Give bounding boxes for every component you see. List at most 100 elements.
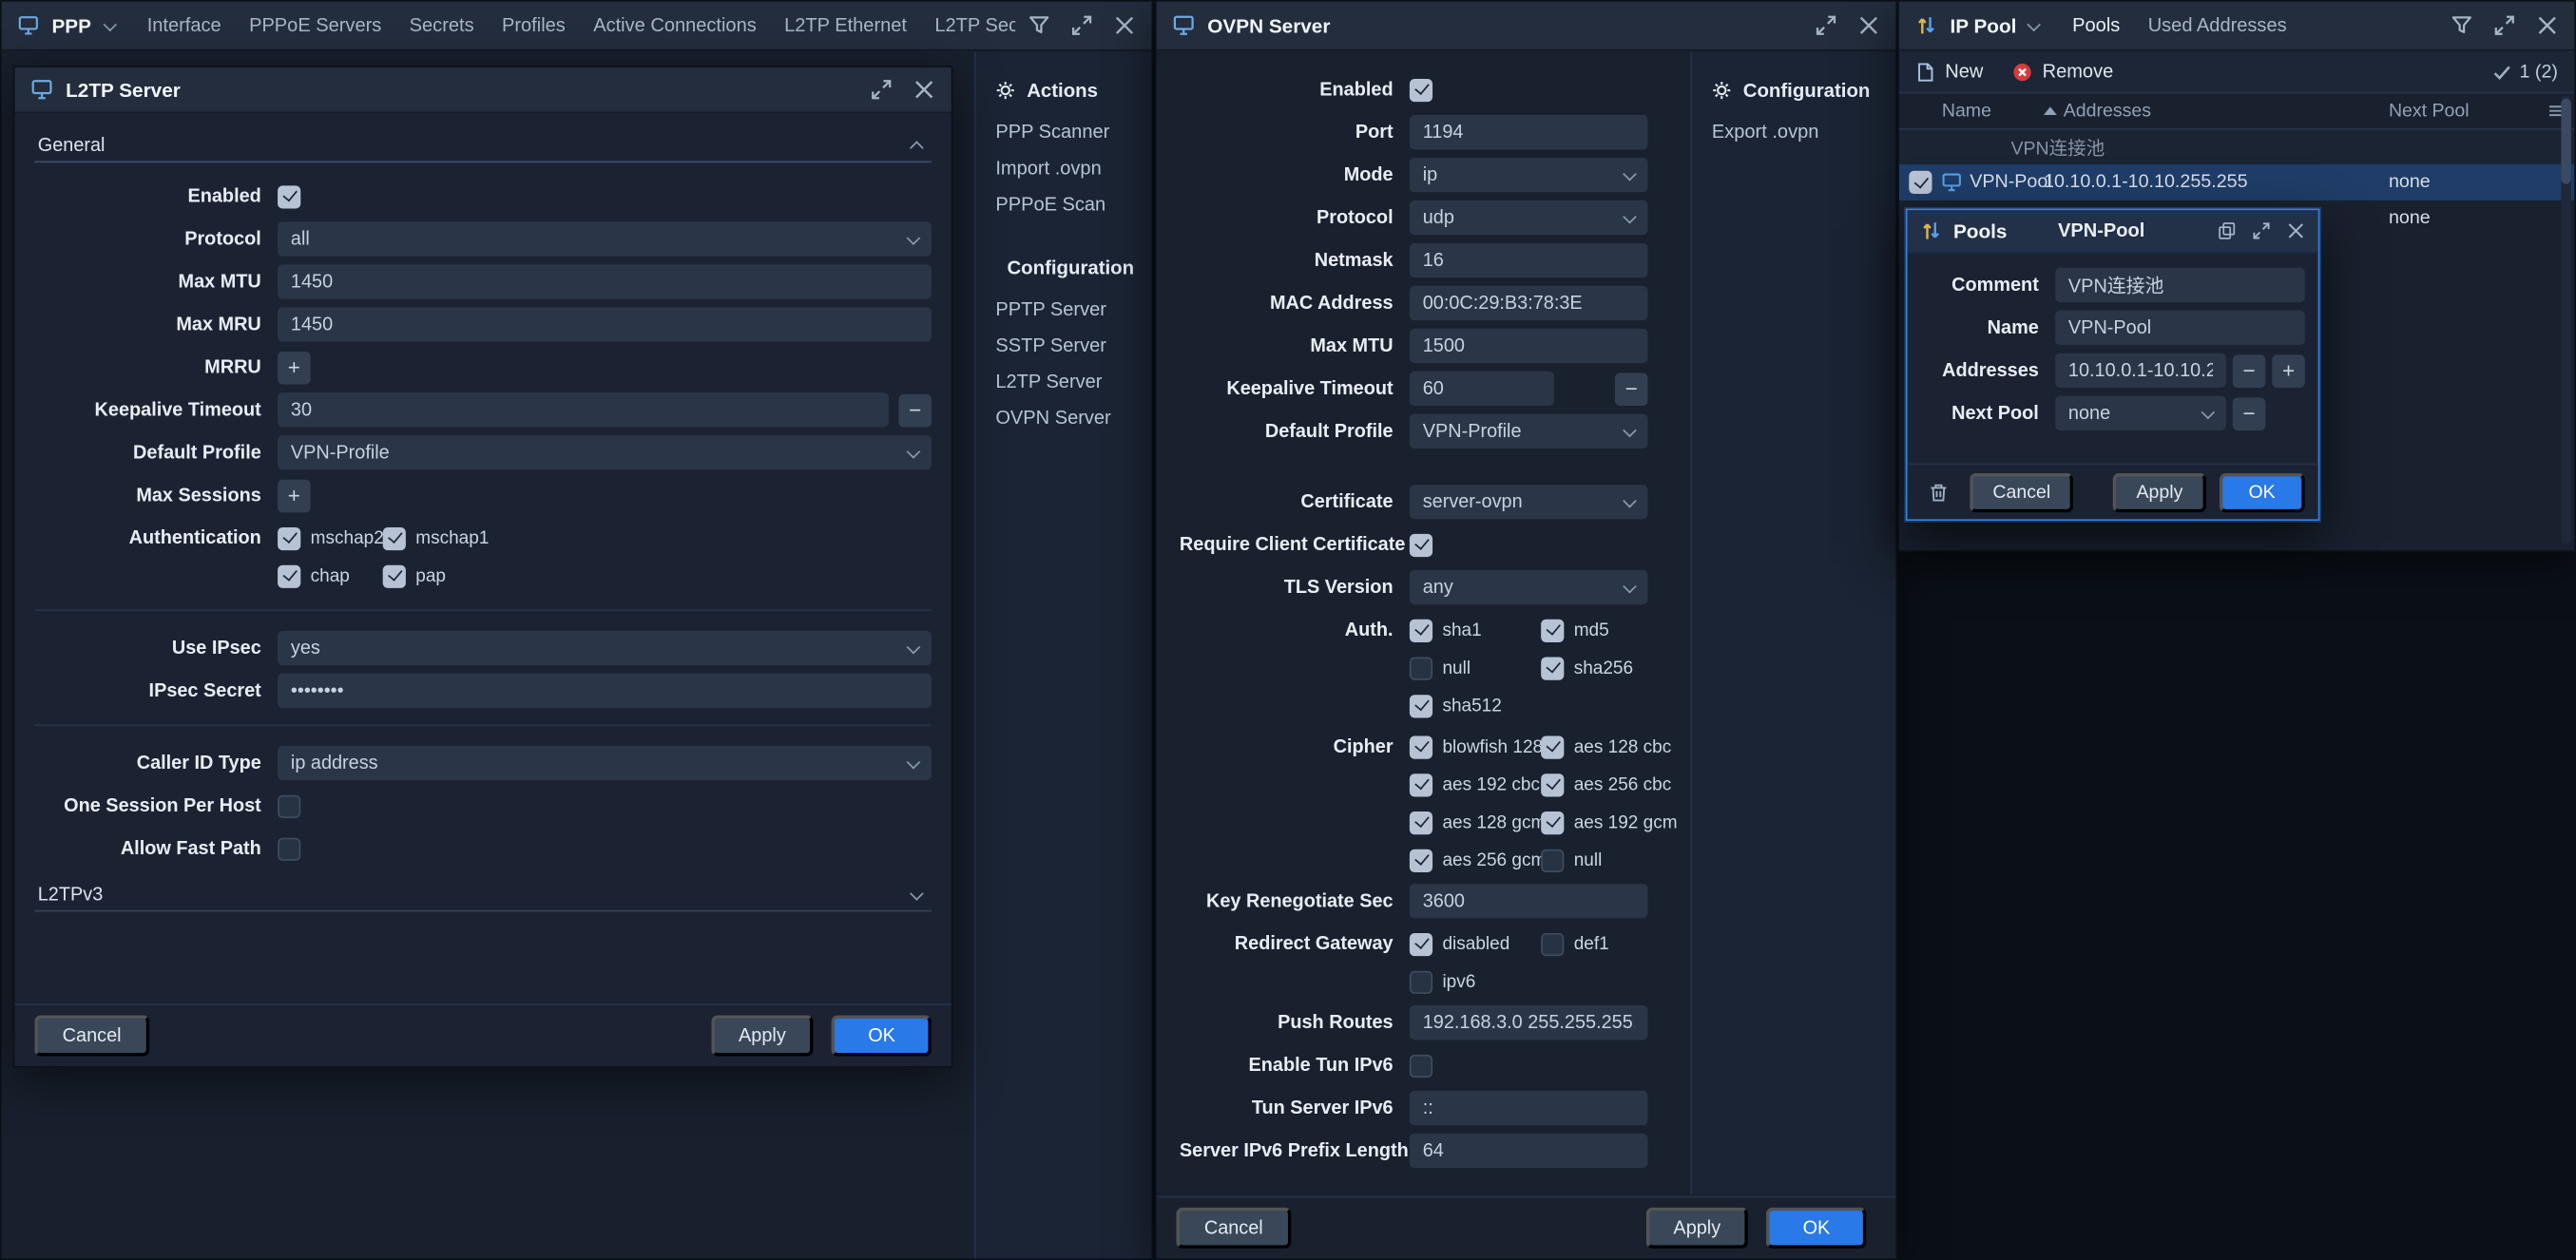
new-button[interactable]: New [1915,61,1983,82]
chap-checkbox[interactable] [278,564,300,587]
tab-used-addresses[interactable]: Used Addresses [2148,15,2287,36]
cancel-button[interactable]: Cancel [34,1015,149,1056]
tab-l2tp-ethernet[interactable]: L2TP Ethernet [784,15,907,36]
sha1-checkbox[interactable] [1410,619,1432,641]
enabled-checkbox[interactable] [278,184,300,207]
close-icon[interactable] [2287,221,2305,239]
apply-button[interactable]: Apply [1645,1208,1749,1249]
table-row[interactable]: VPN-Pool 10.10.0.1-10.10.255.255 none [1899,164,2574,200]
l2tpv3-section-header[interactable]: L2TPv3 [34,879,932,912]
netmask-input[interactable]: 16 [1410,243,1648,277]
expand-icon[interactable] [2494,15,2515,36]
next-pool-select[interactable]: none [2055,396,2226,430]
remove-button[interactable]: Remove [2013,61,2114,82]
keepalive-input[interactable]: 60 [1410,372,1554,406]
certificate-select[interactable]: server-ovpn [1410,485,1648,519]
expand-icon[interactable] [2252,221,2270,239]
add-value-button[interactable] [278,479,311,512]
aes-192-gcm-checkbox[interactable] [1541,811,1564,833]
ok-button[interactable]: OK [1767,1208,1867,1249]
column-name[interactable]: Name [1942,101,2044,121]
remove-value-button[interactable] [898,393,932,427]
tab-interface[interactable]: Interface [147,15,221,36]
max-mru-input[interactable]: 1450 [278,307,932,341]
action-pppoe-scan[interactable]: PPPoE Scan [976,185,1152,221]
config-ovpn-server[interactable]: OVPN Server [976,399,1152,435]
mode-select[interactable]: ip [1410,158,1648,192]
config-pptp-server[interactable]: PPTP Server [976,291,1152,327]
close-icon[interactable] [1114,15,1135,36]
max-mtu-input[interactable]: 1450 [278,264,932,298]
expand-icon[interactable] [1071,15,1092,36]
sha512-checkbox[interactable] [1410,694,1432,716]
mschap2-checkbox[interactable] [278,526,300,549]
server-ipv6-prefix-input[interactable]: 64 [1410,1134,1648,1168]
remove-value-button[interactable] [2233,354,2266,388]
push-routes-input[interactable]: 192.168.3.0 255.255.255.0,19 [1410,1005,1648,1040]
vertical-scrollbar[interactable] [2561,95,2570,544]
use-ipsec-select[interactable]: yes [278,631,932,665]
ok-button[interactable]: OK [2219,472,2304,511]
filter-icon[interactable] [2451,15,2472,36]
tab-profiles[interactable]: Profiles [502,15,566,36]
column-next-pool[interactable]: Next Pool [2389,101,2535,121]
tls-version-select[interactable]: any [1410,570,1648,604]
comment-input[interactable]: VPN连接池 [2055,268,2305,302]
action-export-ovpn[interactable]: Export .ovpn [1692,113,1895,149]
add-value-button[interactable] [278,351,311,384]
disabled-checkbox[interactable] [1410,932,1432,955]
apply-button[interactable]: Apply [711,1015,815,1056]
scrollbar-thumb[interactable] [2561,99,2570,184]
caller-id-type-select[interactable]: ip address [278,746,932,780]
delete-button[interactable] [1920,474,1956,510]
close-icon[interactable] [2536,15,2557,36]
mschap1-checkbox[interactable] [383,526,406,549]
tab-secrets[interactable]: Secrets [410,15,474,36]
aes-256-cbc-checkbox[interactable] [1541,773,1564,795]
remove-value-button[interactable] [1615,372,1648,406]
add-value-button[interactable] [2272,354,2305,388]
key-renegotiate-input[interactable]: 3600 [1410,884,1648,918]
enabled-checkbox[interactable] [1410,78,1432,101]
max-mtu-input[interactable]: 1500 [1410,329,1648,363]
addresses-input[interactable]: 10.10.0.1-10.10.255.255 [2055,353,2226,388]
default-profile-select[interactable]: VPN-Profile [278,435,932,469]
filter-icon[interactable] [1028,15,1049,36]
chevron-down-icon[interactable] [103,17,117,31]
protocol-select[interactable]: all [278,221,932,256]
general-section-header[interactable]: General [34,130,932,163]
tab-active-connections[interactable]: Active Connections [593,15,757,36]
null-auth-checkbox[interactable] [1410,657,1432,679]
config-l2tp-server[interactable]: L2TP Server [976,363,1152,399]
tab-pools[interactable]: Pools [2072,15,2120,36]
aes-256-gcm-checkbox[interactable] [1410,849,1432,871]
enable-tun-ipv6-checkbox[interactable] [1410,1054,1432,1077]
cancel-button[interactable]: Cancel [1970,472,2073,511]
allow-fast-path-checkbox[interactable] [278,837,300,860]
one-session-per-host-checkbox[interactable] [278,794,300,817]
expand-icon[interactable] [871,79,892,100]
mac-address-input[interactable]: 00:0C:29:B3:78:3E [1410,286,1648,320]
tab-pppoe-servers[interactable]: PPPoE Servers [249,15,381,36]
config-sstp-server[interactable]: SSTP Server [976,327,1152,363]
null-cipher-checkbox[interactable] [1541,849,1564,871]
md5-checkbox[interactable] [1541,619,1564,641]
default-profile-select[interactable]: VPN-Profile [1410,414,1648,449]
cancel-button[interactable]: Cancel [1176,1208,1291,1249]
expand-icon[interactable] [1816,15,1836,36]
name-input[interactable]: VPN-Pool [2055,311,2305,345]
aes-192-cbc-checkbox[interactable] [1410,773,1432,795]
apply-button[interactable]: Apply [2113,472,2205,511]
ipv6-checkbox[interactable] [1410,970,1432,993]
column-addresses[interactable]: Addresses [2044,101,2389,121]
aes-128-cbc-checkbox[interactable] [1541,735,1564,758]
aes-128-gcm-checkbox[interactable] [1410,811,1432,833]
blowfish-128-checkbox[interactable] [1410,735,1432,758]
require-client-certificate-checkbox[interactable] [1410,533,1432,556]
ok-button[interactable]: OK [832,1015,932,1056]
row-checkbox[interactable] [1909,171,1932,194]
action-import-ovpn[interactable]: Import .ovpn [976,149,1152,185]
tun-server-ipv6-input[interactable]: :: [1410,1091,1648,1125]
protocol-select[interactable]: udp [1410,200,1648,235]
close-icon[interactable] [1858,15,1879,36]
